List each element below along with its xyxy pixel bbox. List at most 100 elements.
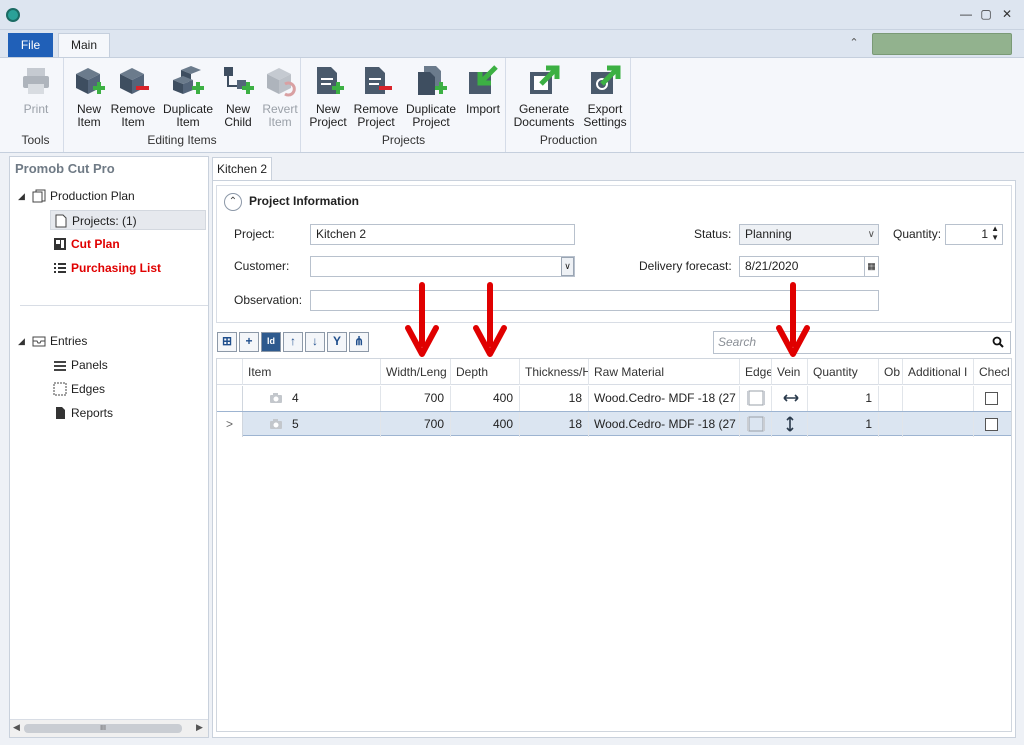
minimize-button[interactable]: —	[958, 6, 974, 22]
scroll-right-icon[interactable]: ▶	[196, 722, 203, 733]
cell-ob[interactable]	[879, 386, 903, 411]
column-header-thickness[interactable]: Thickness/H	[520, 359, 589, 385]
move-up-button[interactable]: ↑	[283, 332, 303, 352]
cell-edge[interactable]	[740, 412, 772, 437]
new-item-button[interactable]: New Item	[64, 62, 114, 129]
tab-kitchen-2[interactable]: Kitchen 2	[212, 157, 272, 180]
add-row-button[interactable]: +	[239, 332, 259, 352]
cell-vein[interactable]	[772, 386, 808, 411]
revert-item-button[interactable]: Revert Item	[255, 62, 305, 129]
cell-ob[interactable]	[879, 412, 903, 437]
row-checkbox[interactable]	[985, 392, 998, 405]
tree-item-purchasing-list[interactable]: Purchasing List	[53, 258, 161, 278]
id-toggle-button[interactable]: Id	[261, 332, 281, 352]
cell-raw-material[interactable]: Wood.Cedro- MDF -18 (27	[589, 412, 740, 437]
row-header[interactable]	[217, 386, 243, 411]
tree-item-panels[interactable]: Panels	[53, 355, 108, 375]
import-icon	[469, 65, 498, 94]
maximize-button[interactable]: ▢	[978, 6, 994, 22]
camera-icon[interactable]	[269, 418, 283, 430]
cell-item[interactable]: 5	[287, 412, 381, 437]
scroll-left-icon[interactable]: ◀	[13, 722, 20, 733]
search-input[interactable]: Search	[713, 331, 1011, 354]
stepper-arrows-icon[interactable]: ▲ ▼	[991, 224, 999, 242]
cell-vein[interactable]	[772, 412, 808, 437]
cell-additional[interactable]	[903, 412, 974, 437]
merge-button[interactable]: Y	[327, 332, 347, 352]
generate-documents-button[interactable]: Generate Documents	[511, 62, 577, 129]
duplicate-project-button[interactable]: Duplicate Project	[403, 62, 459, 129]
column-header-quantity[interactable]: Quantity	[808, 359, 879, 385]
row-header-column	[217, 359, 243, 385]
calendar-icon[interactable]: ▦	[864, 257, 878, 276]
row-checkbox[interactable]	[985, 418, 998, 431]
column-header-check[interactable]: Checl	[974, 359, 1011, 385]
status-select[interactable]: Planning ∨	[739, 224, 879, 245]
column-header-edge[interactable]: Edge	[740, 359, 772, 385]
tree-item-reports[interactable]: Reports	[53, 403, 113, 423]
move-down-button[interactable]: ↓	[305, 332, 325, 352]
left-panel-scrollbar[interactable]: ◀ III ▶	[10, 719, 208, 737]
import-button[interactable]: Import	[458, 62, 508, 128]
app-logo-icon	[6, 8, 20, 22]
cell-thickness[interactable]: 18	[520, 386, 589, 411]
cell-check[interactable]	[974, 386, 1011, 411]
duplicate-item-button[interactable]: Duplicate Item	[160, 62, 216, 129]
column-header-depth[interactable]: Depth	[451, 359, 520, 385]
report-icon	[56, 407, 65, 419]
duplicate-project-icon	[418, 66, 447, 95]
cell-quantity[interactable]: 1	[808, 412, 879, 437]
collapse-ribbon-icon[interactable]: ⌃	[846, 36, 862, 50]
column-header-raw-material[interactable]: Raw Material	[589, 359, 740, 385]
cell-depth[interactable]: 400	[451, 386, 520, 411]
cell-edge[interactable]	[740, 386, 772, 411]
column-header-ob[interactable]: Ob	[879, 359, 903, 385]
cell-item[interactable]: 4	[287, 386, 381, 411]
new-project-button[interactable]: New Project	[303, 62, 353, 129]
project-name-field[interactable]: Kitchen 2	[310, 224, 575, 245]
table-row[interactable]: 4 700 400 18 Wood.Cedro- MDF -18 (27 1	[217, 386, 1011, 411]
scroll-thumb[interactable]: III	[24, 724, 182, 733]
search-icon[interactable]	[992, 336, 1004, 348]
expand-production-plan-icon[interactable]: ◢	[18, 191, 25, 202]
tree-item-entries[interactable]: Entries	[32, 331, 87, 351]
generate-documents-icon	[530, 65, 560, 94]
table-row-selected[interactable]: > 5 700 400 18 Wood.Cedro- MDF -18 (27 1	[217, 411, 1011, 437]
remove-project-button[interactable]: Remove Project	[351, 62, 401, 129]
close-button[interactable]: ✕	[999, 6, 1015, 22]
cell-check[interactable]	[974, 412, 1011, 437]
export-settings-button[interactable]: Export Settings	[580, 62, 630, 129]
cell-width[interactable]: 700	[381, 386, 451, 411]
customer-dropdown-icon[interactable]: ∨	[561, 257, 574, 276]
tab-file[interactable]: File	[8, 33, 53, 57]
column-header-item[interactable]: Item	[243, 359, 381, 385]
cell-thickness[interactable]: 18	[520, 412, 589, 437]
row-header[interactable]: >	[217, 412, 243, 437]
remove-item-button[interactable]: Remove Item	[108, 62, 158, 129]
cell-additional[interactable]	[903, 386, 974, 411]
edge-outline-icon	[747, 390, 765, 406]
expand-entries-icon[interactable]: ◢	[18, 336, 25, 347]
panels-icon	[54, 361, 66, 371]
cell-quantity[interactable]: 1	[808, 386, 879, 411]
column-header-vein[interactable]: Vein	[772, 359, 808, 385]
horizontal-arrow-icon	[783, 394, 799, 402]
quantity-stepper[interactable]: 1 ▲ ▼	[945, 224, 1003, 245]
tab-main[interactable]: Main	[58, 33, 110, 58]
collapse-section-icon[interactable]: ⌃	[224, 193, 242, 211]
expand-all-button[interactable]: ⊞	[217, 332, 237, 352]
cell-raw-material[interactable]: Wood.Cedro- MDF -18 (27	[589, 386, 740, 411]
column-header-width[interactable]: Width/Leng	[381, 359, 451, 385]
delivery-date-field[interactable]: 8/21/2020 ▦	[739, 256, 879, 277]
cell-width[interactable]: 700	[381, 412, 451, 437]
tree-item-production-plan[interactable]: Production Plan	[32, 186, 135, 206]
cell-depth[interactable]: 400	[451, 412, 520, 437]
column-header-additional[interactable]: Additional I	[903, 359, 974, 385]
print-button[interactable]: Print	[11, 62, 61, 128]
tree-item-edges[interactable]: Edges	[53, 379, 105, 399]
split-button[interactable]: ⋔	[349, 332, 369, 352]
camera-icon[interactable]	[269, 392, 283, 404]
tree-item-projects[interactable]: Projects: (1)	[50, 210, 206, 230]
customer-field[interactable]	[310, 256, 575, 277]
tree-item-cut-plan[interactable]: Cut Plan	[53, 234, 120, 254]
